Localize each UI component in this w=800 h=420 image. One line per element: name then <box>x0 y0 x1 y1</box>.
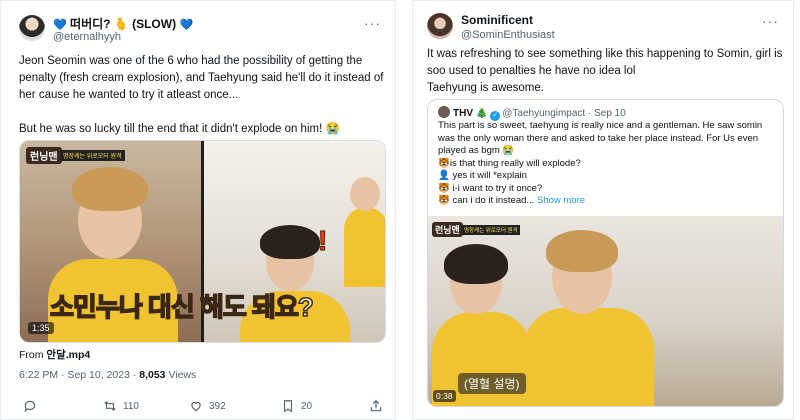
bookmark-button[interactable]: 20 <box>281 399 312 413</box>
show-logo: 런닝맨 <box>26 147 62 164</box>
retweet-button[interactable]: 110 <box>103 399 139 413</box>
display-name[interactable]: Sominificent <box>461 13 533 27</box>
retweet-count: 110 <box>123 400 139 412</box>
like-count: 392 <box>209 400 226 412</box>
blue-heart-icon: 💙 <box>53 19 67 31</box>
share-icon <box>370 399 382 412</box>
avatar[interactable] <box>427 13 453 39</box>
source-link[interactable]: 안달.mp4 <box>46 349 90 361</box>
quoted-tweet-header: THV 🎄 ✓ @Taehyungimpact · Sep 10 <box>438 106 626 121</box>
blue-heart-icon: 💙 <box>179 19 194 31</box>
more-dots-icon[interactable]: ··· <box>364 15 381 31</box>
tweet-text: Jeon Seomin was one of the 6 who had the… <box>19 55 384 135</box>
action-bar: 110 392 20 <box>19 399 389 415</box>
show-subtitle-tag: 명장케는 위로모터 원격 <box>462 225 520 235</box>
media-source: From 안달.mp4 <box>19 349 91 361</box>
share-button[interactable] <box>369 399 383 413</box>
views-count: 8,053 <box>139 369 166 381</box>
bookmark-count: 20 <box>301 400 313 412</box>
left-tweet-card[interactable]: 💙 떠버디? 🫰 (SLOW) 💙 @eternalhyyh ··· Jeon … <box>0 0 396 420</box>
video-caption: (열혈 설명) <box>458 373 526 394</box>
tweet-header: Sominificent @SominEnthusiast ··· <box>427 13 779 47</box>
bookmark-icon <box>283 400 293 413</box>
like-button[interactable]: 392 <box>189 399 226 413</box>
tweet-meta: 6:22 PM · Sep 10, 2023 · 8,053 Views <box>19 369 197 381</box>
show-more-link[interactable]: Show more <box>537 195 585 206</box>
video-duration: 0:38 <box>433 390 456 402</box>
show-subtitle-tag: 명장케는 위로모터 원격 <box>60 150 125 161</box>
heart-icon <box>191 401 201 412</box>
tweet-header: 💙 떠버디? 🫰 (SLOW) 💙 @eternalhyyh ··· <box>19 15 381 49</box>
show-logo: 런닝맨 <box>432 222 463 237</box>
timestamp[interactable]: 6:22 PM · Sep 10, 2023 · <box>19 369 139 381</box>
video-caption: 소민누나 대신 해도 돼요? <box>49 291 314 323</box>
quoted-display-name: THV 🎄 <box>453 108 489 119</box>
more-dots-icon[interactable]: ··· <box>762 13 779 29</box>
quoted-handle: @Taehyungimpact · Sep 10 <box>502 108 626 119</box>
right-tweet-card[interactable]: Sominificent @SominEnthusiast ··· It was… <box>412 0 794 420</box>
user-handle[interactable]: @SominEnthusiast <box>461 29 555 41</box>
video-player[interactable]: 런닝맨 명장케는 위로모터 원격 ! 소민누나 대신 해도 돼요? 1:35 <box>19 140 386 343</box>
quoted-tweet-text: This part is so sweet, taehyung is reall… <box>438 120 763 206</box>
quoted-avatar <box>438 106 450 118</box>
quoted-video-player[interactable]: 런닝맨 명장케는 위로모터 원격 (열혈 설명) 0:38 <box>428 216 783 406</box>
exclamation-icon: ! <box>317 225 328 257</box>
reply-button[interactable] <box>23 399 37 413</box>
retweet-icon <box>104 401 116 411</box>
reply-icon <box>24 400 36 413</box>
display-name[interactable]: 💙 떠버디? 🫰 (SLOW) 💙 <box>53 15 193 32</box>
video-duration: 1:35 <box>28 322 54 334</box>
quoted-tweet[interactable]: THV 🎄 ✓ @Taehyungimpact · Sep 10 This part… <box>427 99 784 407</box>
tweet-text: It was refreshing to see something like … <box>427 48 783 94</box>
user-handle[interactable]: @eternalhyyh <box>53 31 121 43</box>
avatar[interactable] <box>19 15 45 41</box>
